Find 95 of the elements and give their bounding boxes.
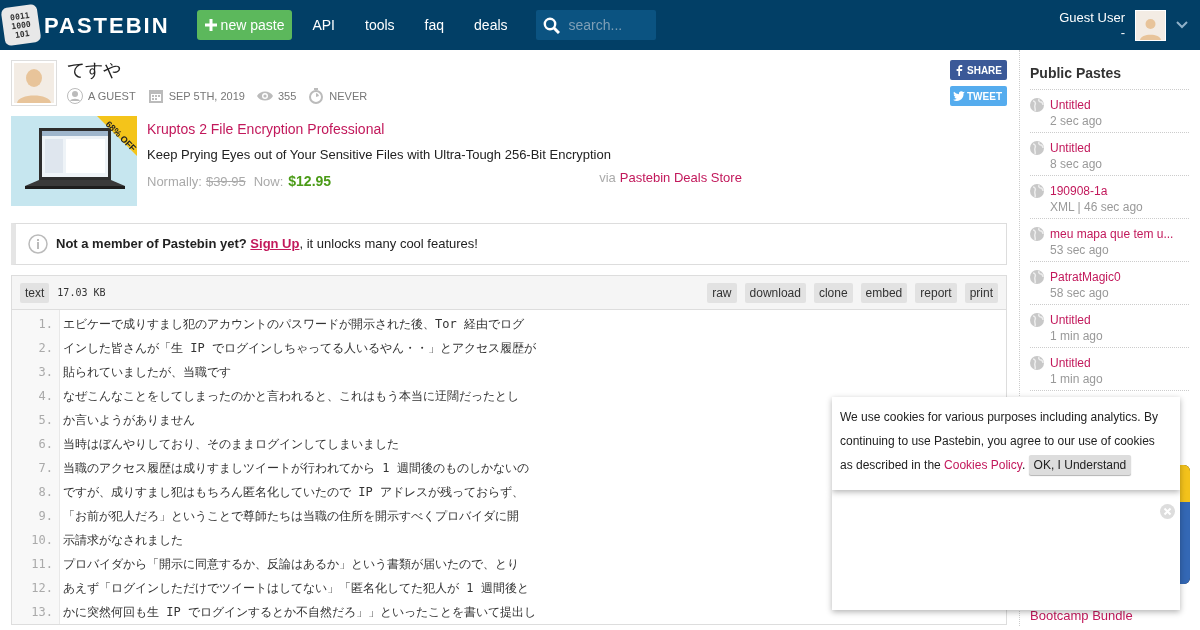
paste-time: 2 sec ago <box>1050 113 1103 129</box>
paste-link[interactable]: meu mapa que tem u... <box>1050 226 1174 242</box>
code-line: か言いようがありません <box>63 412 195 429</box>
cookies-policy-link[interactable]: Cookies Policy <box>944 458 1022 472</box>
nav-link[interactable]: faq <box>424 14 445 36</box>
code-line: ですが、成りすまし犯はもちろん匿名化していたので IP アドレスが残っておらず、 <box>63 484 524 501</box>
toolbar-action-button[interactable]: embed <box>860 282 908 303</box>
paste-link[interactable]: Untitled <box>1050 140 1103 156</box>
line-number: 8. <box>37 484 54 501</box>
sale-price: $12.95 <box>288 171 332 191</box>
logo-icon: 0011 1000 101 <box>0 3 42 47</box>
code-line: インした皆さんが「生 IP でログインしちゃってる人いるやん・・」とアクセス履歴が <box>63 340 536 357</box>
plus-icon <box>204 19 217 31</box>
paste-link[interactable]: PatratMagic0 <box>1050 269 1121 285</box>
ok-button[interactable]: OK, I Understand <box>1028 455 1132 475</box>
globe-icon <box>1030 141 1044 155</box>
line-number: 4. <box>37 388 54 405</box>
user-name: Guest User <box>1059 10 1125 25</box>
toolbar-action-button[interactable]: download <box>744 282 806 303</box>
code-line: なぜこんなことをしてしまったのかと言われると、これはもう本当に迂闊だったとし <box>63 388 519 405</box>
paste-time: 58 sec ago <box>1050 285 1110 301</box>
globe-icon <box>1030 98 1044 112</box>
code-line: エビケーで成りすまし犯のアカウントのパスワードが開示された後、Tor 経由でログ <box>63 316 524 333</box>
user-icon <box>67 88 83 105</box>
user-subtext: - <box>1120 25 1125 40</box>
stopwatch-icon <box>308 88 325 105</box>
toolbar-action-button[interactable]: clone <box>813 282 853 303</box>
via-text: via <box>599 168 616 187</box>
line-number: 9. <box>37 508 54 525</box>
meta-text: 355 <box>277 89 297 104</box>
code-line: 「お前が犯人だろ」ということで尊師たちは当職の住所を開示すべくプロバイダに開 <box>63 508 519 525</box>
globe-icon <box>1030 184 1044 198</box>
old-price: $39.95 <box>205 172 246 191</box>
eye-icon <box>256 90 273 103</box>
code-line: 貼られていましたが、当職です <box>63 364 231 381</box>
notice-text: Not a member of Pastebin yet? Sign Up, it unlocks many cool features! <box>56 235 478 254</box>
nav-link[interactable]: tools <box>365 14 395 36</box>
now-price-label: Now: <box>253 172 284 191</box>
meta-text: A GUEST <box>88 89 136 104</box>
file-size: 17.03 KB <box>57 286 106 300</box>
meta-text: SEP 5TH, 2019 <box>168 89 245 104</box>
line-number: 2. <box>37 340 54 357</box>
line-number: 11. <box>30 556 54 573</box>
line-number: 13. <box>30 604 54 621</box>
normal-price-label: Normally: <box>147 172 202 191</box>
ad-caption-link[interactable]: Bootcamp Bundle <box>1030 606 1189 626</box>
line-number: 10. <box>30 532 54 549</box>
toolbar-action-button[interactable]: report <box>915 282 957 303</box>
deal-title-link[interactable]: Kruptos 2 File Encryption Professional <box>147 119 1007 140</box>
chevron-down-icon[interactable] <box>1176 21 1188 29</box>
paste-link[interactable]: Untitled <box>1050 312 1103 328</box>
meta-text: NEVER <box>329 89 368 104</box>
code-line: 示請求がなされました <box>63 532 183 549</box>
nav-link[interactable]: deals <box>474 14 508 36</box>
cookie-text: We use cookies for various purposes including analytics. By continuing to use Pastebin, you agree to our use of cookies as described in the Cookies Policy. OK, I Understand <box>840 405 1162 477</box>
store-link[interactable]: Pastebin Deals Store <box>619 167 742 187</box>
code-line: あえず「ログインしただけでツイートはしてない」「匿名化してた犯人が 1 週間後と <box>63 580 529 597</box>
line-number: 5. <box>37 412 54 429</box>
syntax-label: text <box>20 282 50 303</box>
deal-description: Keep Prying Eyes out of Your Sensitive Files with Ultra-Tough 256-Bit Encryption <box>147 146 612 164</box>
code-line: かに突然何回も生 IP でログインするとか不自然だろ」」といったことを書いて提出し <box>63 604 536 621</box>
paste-time: 53 sec ago <box>1050 242 1110 258</box>
paste-time: 1 min ago <box>1050 371 1103 387</box>
sidebar-title: Public Pastes <box>1030 63 1189 90</box>
globe-icon <box>1030 270 1044 284</box>
code-line: 当時はぼんやりしており、そのままログインしてしまいました <box>63 436 399 453</box>
line-number: 1. <box>37 316 54 333</box>
line-number: 6. <box>37 436 54 453</box>
bird-icon <box>953 90 965 102</box>
toolbar-action-button[interactable]: print <box>964 282 998 303</box>
info-icon <box>28 234 48 254</box>
paste-link[interactable]: Untitled <box>1050 97 1103 113</box>
code-line: 当職のアクセス履歴は成りすましツイートが行われてから 1 週間後のものしかないの <box>63 460 529 477</box>
paste-link[interactable]: 190908-1a <box>1050 183 1143 199</box>
paste-time: XML | 46 sec ago <box>1050 199 1143 215</box>
toolbar-action-button[interactable]: raw <box>707 282 737 303</box>
line-number: 7. <box>37 460 54 477</box>
paste-time: 1 min ago <box>1050 328 1103 344</box>
logo-text: PASTEBIN <box>44 11 170 40</box>
avatar[interactable] <box>1135 9 1166 41</box>
line-number: 12. <box>30 580 54 597</box>
paste-time: 8 sec ago <box>1050 156 1103 172</box>
calendar-icon <box>147 88 164 105</box>
nav-link[interactable]: API <box>312 14 335 36</box>
search-field[interactable]: search... <box>535 10 656 40</box>
facebook-share-button[interactable]: SHARE <box>950 60 1007 80</box>
paste-title: てすや <box>67 60 122 80</box>
globe-icon <box>1030 356 1044 370</box>
code-line: プロバイダから「開示に同意するか、反論はあるか」という書類が届いたので、とり <box>63 556 519 573</box>
avatar <box>11 60 57 106</box>
line-number: 3. <box>37 364 54 381</box>
paste-link[interactable]: Untitled <box>1050 355 1103 371</box>
search-icon <box>542 17 560 34</box>
globe-icon <box>1030 313 1044 327</box>
globe-icon <box>1030 227 1044 241</box>
